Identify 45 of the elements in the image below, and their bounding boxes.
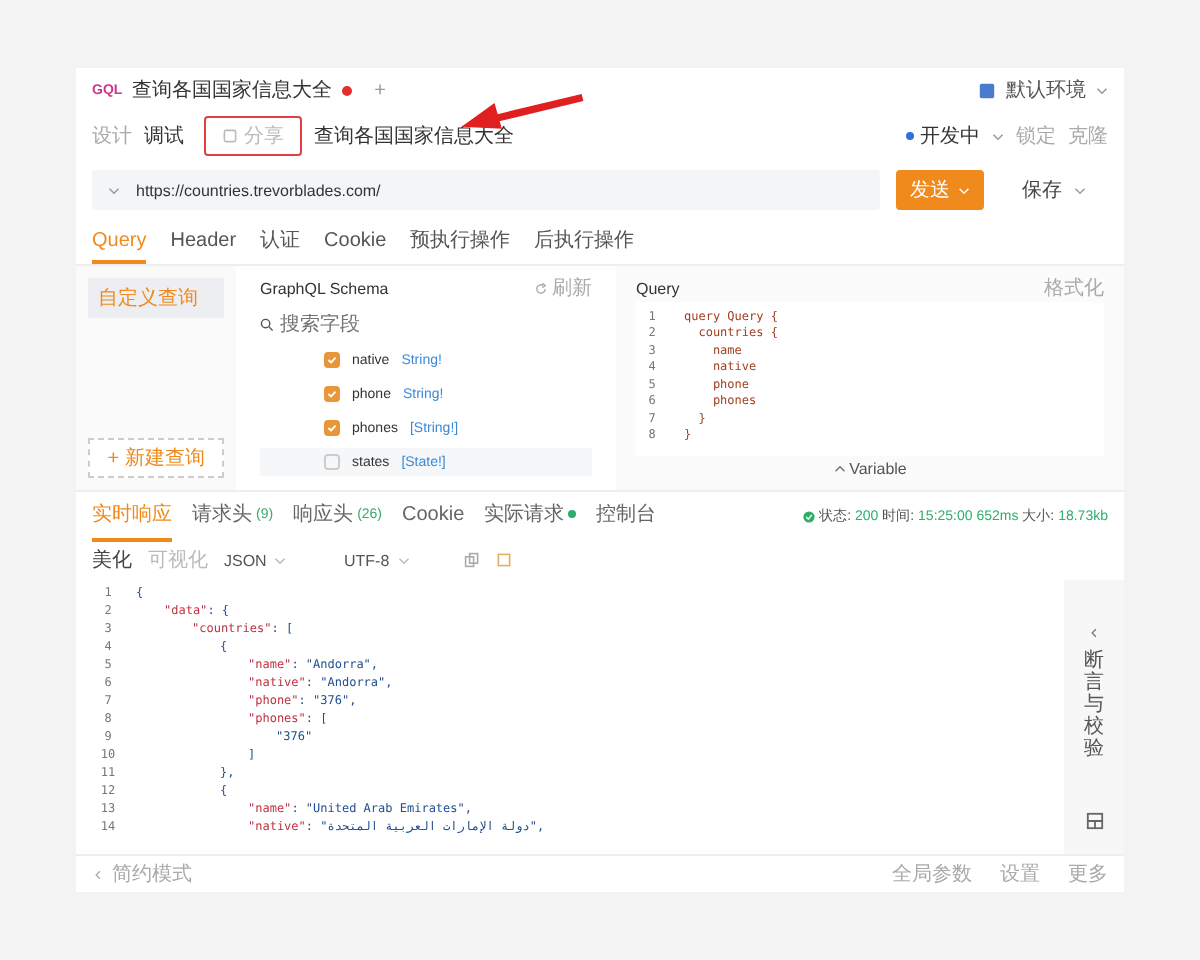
layout-icon[interactable] <box>1085 812 1103 830</box>
panel-label: 断言与校验 <box>1084 650 1104 760</box>
caret-icon[interactable] <box>992 131 1004 141</box>
checkbox[interactable] <box>324 454 340 470</box>
checkbox[interactable] <box>324 420 340 436</box>
save-icon[interactable] <box>496 552 512 568</box>
search-icon <box>260 317 274 331</box>
caret-icon[interactable] <box>108 185 120 195</box>
format-dropdown[interactable]: JSON <box>224 551 328 569</box>
checkbox[interactable] <box>324 352 340 368</box>
chevron-left-icon[interactable] <box>92 869 104 879</box>
response-tab[interactable]: Cookie <box>402 490 465 542</box>
request-tab[interactable]: 认证 <box>260 220 301 264</box>
checkbox[interactable] <box>324 386 340 402</box>
request-tab[interactable]: 预执行操作 <box>410 220 511 264</box>
environment-icon <box>978 81 996 99</box>
request-tab[interactable]: Cookie <box>324 220 387 264</box>
panel-title: Query <box>636 279 680 297</box>
response-tab[interactable]: 控制台 <box>596 490 657 542</box>
caret-icon <box>958 185 970 195</box>
request-tab[interactable]: 后执行操作 <box>534 220 635 264</box>
chevron-left-icon[interactable] <box>1088 628 1100 638</box>
response-tab[interactable]: 实际请求 <box>484 490 577 542</box>
environment-selector[interactable]: 默认环境 <box>1006 76 1086 104</box>
caret-icon[interactable] <box>1096 85 1108 95</box>
view-toggle[interactable]: 美化 <box>92 546 132 574</box>
variable-toggle[interactable]: Variable <box>849 460 907 478</box>
url-field[interactable]: https://countries.trevorblades.com/ <box>92 170 880 210</box>
document-title: 查询各国国家信息大全 <box>314 123 514 150</box>
status-dot <box>906 132 914 140</box>
refresh-icon[interactable] <box>534 281 548 295</box>
chevron-up-icon[interactable] <box>833 464 846 474</box>
assertion-panel[interactable]: 断言与校验 <box>1064 580 1124 854</box>
document-tab[interactable]: 查询各国国家信息大全 <box>132 76 333 104</box>
caret-icon <box>397 555 410 565</box>
copy-icon[interactable] <box>464 552 480 568</box>
share-icon <box>222 128 238 144</box>
caret-icon <box>274 555 287 565</box>
request-tab[interactable]: Header <box>170 220 237 264</box>
mode-tab[interactable]: 调试 <box>144 122 184 150</box>
status-selector[interactable]: 开发中 <box>920 122 980 150</box>
encoding-dropdown[interactable]: UTF-8 <box>344 551 448 569</box>
success-icon <box>801 509 816 523</box>
panel-title: GraphQL Schema <box>260 279 389 297</box>
caret-icon <box>1074 185 1086 195</box>
